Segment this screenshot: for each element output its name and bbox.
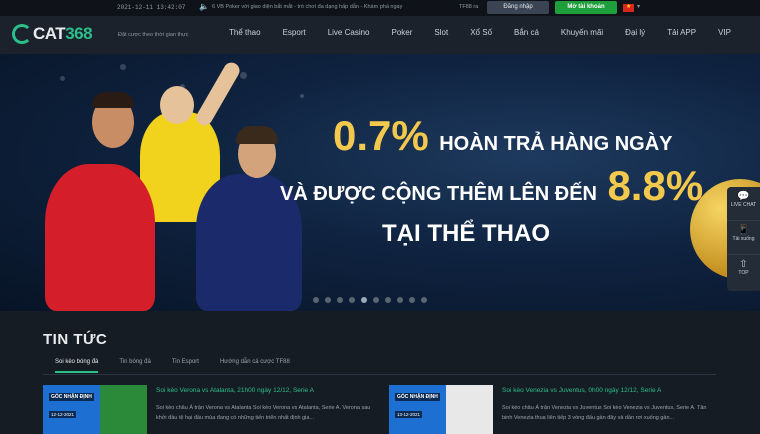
logo-text: CAT [33, 24, 66, 43]
tab-football-odds[interactable]: Soi kèo bóng đá [55, 359, 99, 373]
news-thumbnail[interactable]: GÓC NHẬN ĐỊNH 13-12-2021 [389, 385, 493, 434]
tab-football-news[interactable]: Tin bóng đá [119, 359, 150, 373]
download-label: Tải xuống [732, 236, 755, 242]
back-to-top-button[interactable]: ⇧ TOP [727, 255, 760, 289]
vietnam-flag-icon[interactable] [623, 3, 634, 12]
news-card-desc: Soi kèo châu Á trận Venezia vs Juventus … [502, 405, 707, 421]
thumb-label: GÓC NHẬN ĐỊNH [395, 393, 440, 401]
slide-dot[interactable] [337, 297, 343, 303]
nav-item-fishing[interactable]: Bắn cá [514, 28, 539, 37]
news-card-desc: Soi kèo châu Á trận Verona vs Atalanta S… [156, 405, 371, 421]
phone-icon: 📱 [737, 225, 750, 236]
nav-item-agent[interactable]: Đại lý [625, 28, 645, 37]
tab-betting-guide[interactable]: Hướng dẫn cá cược TF88 [220, 359, 290, 373]
nav-item-lottery[interactable]: Xổ Số [470, 28, 492, 37]
main-navbar: CAT368 Đặt cược theo thời gian thực Thể … [0, 16, 760, 54]
username: TF88 ra [459, 4, 479, 10]
news-thumbnail[interactable]: GÓC NHẬN ĐỊNH 12-12-2021 [43, 385, 147, 434]
logo-number: 368 [65, 24, 93, 43]
nav-item-promotions[interactable]: Khuyến mãi [561, 28, 603, 37]
tabs-divider [43, 374, 716, 375]
news-card-title[interactable]: Soi kèo Verona vs Atalanta, 21h00 ngày 1… [156, 387, 314, 394]
live-chat-button[interactable]: 💬 LIVE CHAT [727, 187, 760, 221]
nav-item-vip[interactable]: VIP [718, 28, 731, 37]
thumb-date: 12-12-2021 [49, 411, 77, 418]
chat-icon: 💬 [737, 191, 750, 202]
slide-dot[interactable] [373, 297, 379, 303]
logo[interactable]: CAT368 [12, 24, 93, 44]
thumb-label: GÓC NHẬN ĐỊNH [49, 393, 94, 401]
logo-mark-icon [12, 24, 32, 44]
nav-item-poker[interactable]: Poker [392, 28, 413, 37]
live-chat-label: LIVE CHAT [730, 202, 757, 208]
nav-item-esport[interactable]: Esport [283, 28, 306, 37]
promo-percent-bonus: 8.8% [607, 162, 704, 209]
nav-menu: Thể thao Esport Live Casino Poker Slot X… [229, 28, 753, 37]
promo-line-1: HOÀN TRẢ HÀNG NGÀY [439, 133, 673, 155]
arrow-up-icon: ⇧ [739, 259, 748, 270]
tab-esport-news[interactable]: Tin Esport [172, 359, 199, 373]
slide-dot[interactable] [397, 297, 403, 303]
news-tabs: Soi kèo bóng đá Tin bóng đá Tin Esport H… [55, 359, 311, 373]
slide-dot[interactable] [409, 297, 415, 303]
top-bar: 2021-12-11 13:42:07 🔈 6 VB Poker với gia… [0, 0, 760, 16]
promo-line-3: TẠI THỂ THAO [382, 220, 550, 247]
promo-line-2: VÀ ĐƯỢC CỘNG THÊM LÊN ĐẾN [280, 183, 597, 205]
news-card[interactable]: GÓC NHẬN ĐỊNH 12-12-2021 Soi kèo Verona … [43, 385, 373, 434]
slide-dot[interactable] [325, 297, 331, 303]
chevron-down-icon[interactable]: ▾ [637, 3, 640, 10]
nav-item-live-casino[interactable]: Live Casino [328, 28, 370, 37]
datetime: 2021-12-11 13:42:07 [117, 4, 186, 11]
promo-banner[interactable]: 0.7% HOÀN TRẢ HÀNG NGÀY VÀ ĐƯỢC CỘNG THÊ… [0, 54, 760, 311]
side-panel: 💬 LIVE CHAT 📱 Tải xuống ⇧ TOP [727, 187, 760, 291]
register-button[interactable]: Mở tài khoản [555, 1, 617, 14]
slide-dot[interactable] [349, 297, 355, 303]
login-button[interactable]: Đăng nhập [487, 1, 549, 14]
slide-dot[interactable] [361, 297, 367, 303]
news-card[interactable]: GÓC NHẬN ĐỊNH 13-12-2021 Soi kèo Venezia… [389, 385, 719, 434]
promo-percent-daily: 0.7% [333, 112, 429, 159]
nav-item-sports[interactable]: Thể thao [229, 28, 261, 37]
announcement-marquee[interactable]: 6 VB Poker với giao diện bắt mắt - trò c… [212, 4, 402, 10]
news-title: TIN TỨC [43, 331, 108, 348]
nav-item-slot[interactable]: Slot [434, 28, 448, 37]
slide-indicators [313, 297, 433, 303]
download-button[interactable]: 📱 Tải xuống [727, 221, 760, 255]
speaker-icon: 🔈 [199, 2, 209, 11]
back-to-top-label: TOP [738, 270, 749, 276]
nav-tagline: Đặt cược theo thời gian thực [118, 32, 189, 38]
slide-dot[interactable] [313, 297, 319, 303]
slide-dot[interactable] [421, 297, 427, 303]
nav-item-download-app[interactable]: Tải APP [667, 28, 696, 37]
news-card-title[interactable]: Soi kèo Venezia vs Juventus, 0h00 ngày 1… [502, 387, 661, 394]
slide-dot[interactable] [385, 297, 391, 303]
thumb-date: 13-12-2021 [395, 411, 423, 418]
news-section: TIN TỨC Soi kèo bóng đá Tin bóng đá Tin … [0, 311, 760, 434]
